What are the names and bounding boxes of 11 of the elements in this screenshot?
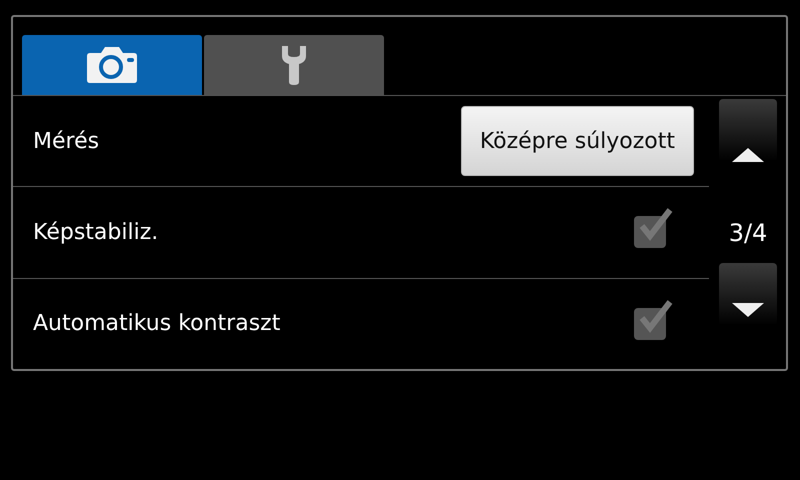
setting-label: Képstabiliz.: [33, 220, 158, 245]
tab[interactable]: [22, 35, 202, 95]
value-button[interactable]: Középre súlyozott: [460, 106, 694, 176]
tab[interactable]: [204, 35, 384, 95]
setting-label: Automatikus kontraszt: [33, 311, 280, 336]
setting-label: Mérés: [33, 128, 100, 154]
wrench-icon: [280, 44, 308, 86]
down-arrow-icon: [732, 303, 764, 317]
page-indicator: 3/4: [728, 218, 768, 248]
up-arrow-icon: [732, 148, 764, 162]
camera-icon: [85, 46, 139, 84]
